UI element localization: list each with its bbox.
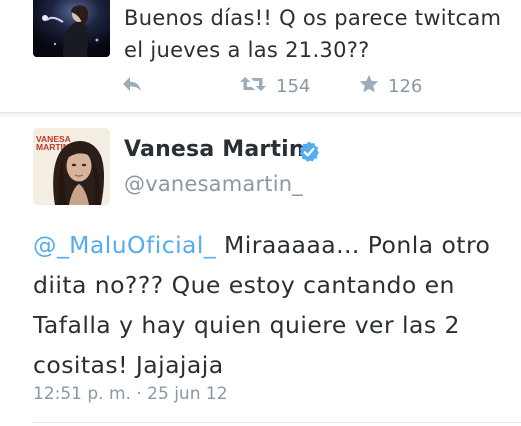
mention-link[interactable]: @_MaluOficial_: [33, 231, 216, 259]
author-display-name[interactable]: Vanesa Martin: [124, 137, 305, 162]
retweet-button[interactable]: 154: [238, 72, 310, 100]
tweet-text: @_MaluOficial_ Miraaaaa... Ponla otro di…: [33, 225, 503, 385]
favorite-count: 126: [388, 75, 423, 97]
tweet-divider-shadow: [0, 113, 521, 119]
previous-tweet[interactable]: Buenos días!! Q os parece twitcam el jue…: [0, 0, 521, 108]
author-handle[interactable]: @vanesamartin_: [124, 172, 303, 196]
author-avatar[interactable]: VANESA MARTIN: [33, 128, 110, 205]
favorite-button[interactable]: 126: [358, 72, 422, 100]
previous-tweet-avatar[interactable]: [33, 0, 110, 57]
bottom-divider: [33, 422, 521, 423]
tweet-detail-screen: Buenos días!! Q os parece twitcam el jue…: [0, 0, 521, 426]
verified-badge-icon: [297, 140, 321, 164]
tweet-timestamp[interactable]: 12:51 p. m. · 25 jun 12: [33, 384, 228, 404]
star-icon: [358, 73, 380, 99]
retweet-icon: [238, 74, 268, 98]
reply-icon: [120, 74, 144, 98]
previous-tweet-text: Buenos días!! Q os parece twitcam el jue…: [124, 6, 502, 62]
retweet-count: 154: [276, 75, 311, 97]
previous-tweet-actions: 154 126: [120, 72, 500, 100]
reply-button[interactable]: [120, 72, 144, 100]
